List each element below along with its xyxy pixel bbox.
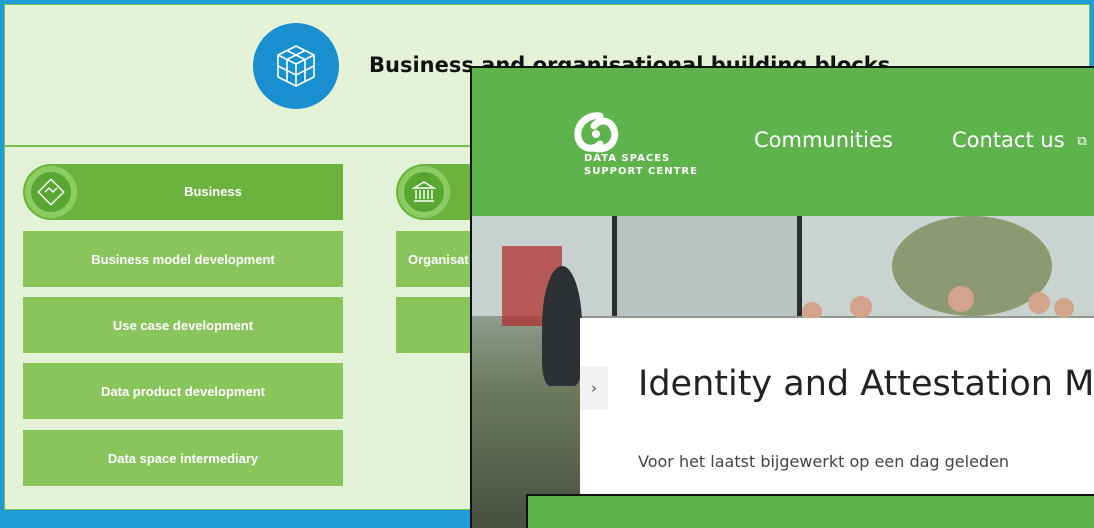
chevron-right-icon[interactable]: › bbox=[580, 366, 608, 410]
nav-contact-us[interactable]: Contact us ⧉ bbox=[952, 128, 1087, 152]
bottom-green-bar bbox=[526, 494, 1094, 528]
logo-line-2: SUPPORT CENTRE bbox=[584, 166, 698, 177]
business-model-development-button[interactable]: Business model development bbox=[23, 231, 343, 287]
category-organisational-icon-ring bbox=[398, 166, 450, 218]
last-updated-text: Voor het laatst bijgewerkt op een dag ge… bbox=[638, 452, 1010, 471]
category-business[interactable]: Business bbox=[23, 164, 343, 220]
data-product-development-button[interactable]: Data product development bbox=[23, 363, 343, 419]
photo-person bbox=[542, 266, 582, 386]
photo-head bbox=[850, 296, 872, 318]
photo-head bbox=[1054, 298, 1074, 318]
data-space-intermediary-button[interactable]: Data space intermediary bbox=[23, 430, 343, 486]
dssc-header: DATA SPACES SUPPORT CENTRE Communities C… bbox=[472, 68, 1094, 216]
card-title: Identity and Attestation M bbox=[638, 364, 1094, 404]
nav-contact-us-label: Contact us bbox=[952, 128, 1065, 152]
photo-window-2 bbox=[617, 216, 802, 316]
building-icon bbox=[404, 172, 444, 212]
use-case-development-button[interactable]: Use case development bbox=[23, 297, 343, 353]
logo-line-1: DATA SPACES bbox=[584, 153, 671, 164]
dssc-website-overlay: DATA SPACES SUPPORT CENTRE Communities C… bbox=[470, 66, 1094, 528]
photo-head bbox=[948, 286, 974, 312]
cube-icon bbox=[253, 23, 339, 109]
page-title-card: › Identity and Attestation M Voor het la… bbox=[580, 318, 1094, 498]
category-business-label: Business bbox=[184, 184, 242, 199]
nav-communities[interactable]: Communities bbox=[754, 128, 893, 152]
dssc-logo-text: DATA SPACES SUPPORT CENTRE bbox=[584, 152, 698, 178]
external-link-icon: ⧉ bbox=[1077, 133, 1087, 149]
handshake-icon bbox=[31, 172, 71, 212]
category-business-icon-ring bbox=[25, 166, 77, 218]
photo-head bbox=[1028, 292, 1050, 314]
